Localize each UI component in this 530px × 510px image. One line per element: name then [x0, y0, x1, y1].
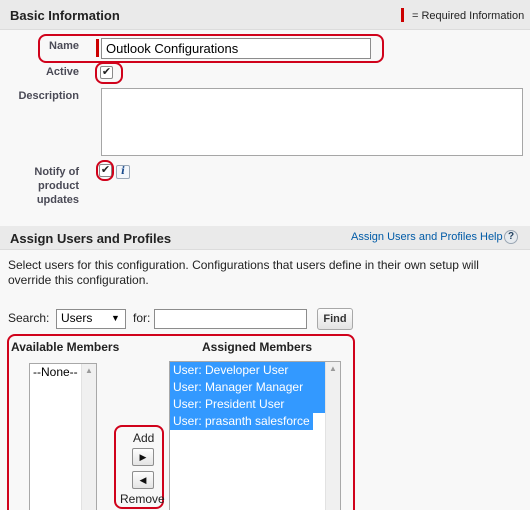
- add-label: Add: [133, 431, 155, 445]
- scroll-up-icon: ▲: [329, 364, 337, 373]
- search-type-value: Users: [61, 311, 93, 325]
- assigned-members-list[interactable]: User: Developer User User: Manager Manag…: [169, 361, 341, 510]
- notify-label-line3: updates: [36, 194, 79, 206]
- assigned-members-title: Assigned Members: [202, 340, 313, 354]
- available-scrollbar[interactable]: ▲: [81, 364, 96, 510]
- active-label: Active: [45, 66, 79, 78]
- scroll-up-icon: ▲: [85, 366, 93, 375]
- description-label: Description: [18, 90, 79, 102]
- required-legend: = Required Information: [412, 10, 525, 22]
- assigned-option[interactable]: User: Developer User: [170, 362, 340, 379]
- assigned-option[interactable]: User: Manager Manager: [170, 379, 340, 396]
- notify-label-line1: Notify of: [34, 166, 79, 178]
- search-label: Search:: [8, 311, 50, 325]
- assign-title: Assign Users and Profiles: [10, 231, 172, 246]
- name-highlight: [38, 34, 384, 63]
- required-indicator: [401, 8, 404, 22]
- find-button[interactable]: Find: [317, 308, 353, 330]
- assign-help-link[interactable]: Assign Users and Profiles Help: [351, 231, 503, 243]
- assign-description-line1: Select users for this configuration. Con…: [8, 258, 479, 272]
- assigned-option[interactable]: User: President User: [170, 396, 340, 413]
- description-textarea[interactable]: [101, 88, 523, 156]
- active-highlight: [95, 62, 123, 84]
- assigned-option[interactable]: User: prasanth salesforce: [170, 413, 313, 430]
- remove-button[interactable]: ◀: [132, 471, 154, 489]
- basic-info-title: Basic Information: [10, 8, 120, 23]
- notify-label-line2: product: [38, 180, 79, 192]
- remove-label: Remove: [120, 492, 165, 506]
- available-members-list[interactable]: --None-- ▲: [29, 363, 97, 510]
- info-icon[interactable]: i: [116, 165, 130, 179]
- arrow-right-icon: ▶: [139, 452, 147, 462]
- arrow-left-icon: ◀: [139, 475, 147, 485]
- notify-highlight: [96, 160, 114, 181]
- assigned-scrollbar[interactable]: ▲: [325, 362, 340, 510]
- chevron-down-icon: ▼: [111, 313, 120, 323]
- help-icon[interactable]: ?: [504, 230, 518, 244]
- search-input[interactable]: [154, 309, 307, 329]
- available-members-title: Available Members: [11, 340, 120, 354]
- for-label: for:: [133, 311, 151, 325]
- assign-description-line2: override this configuration.: [8, 273, 149, 287]
- add-button[interactable]: ▶: [132, 448, 154, 466]
